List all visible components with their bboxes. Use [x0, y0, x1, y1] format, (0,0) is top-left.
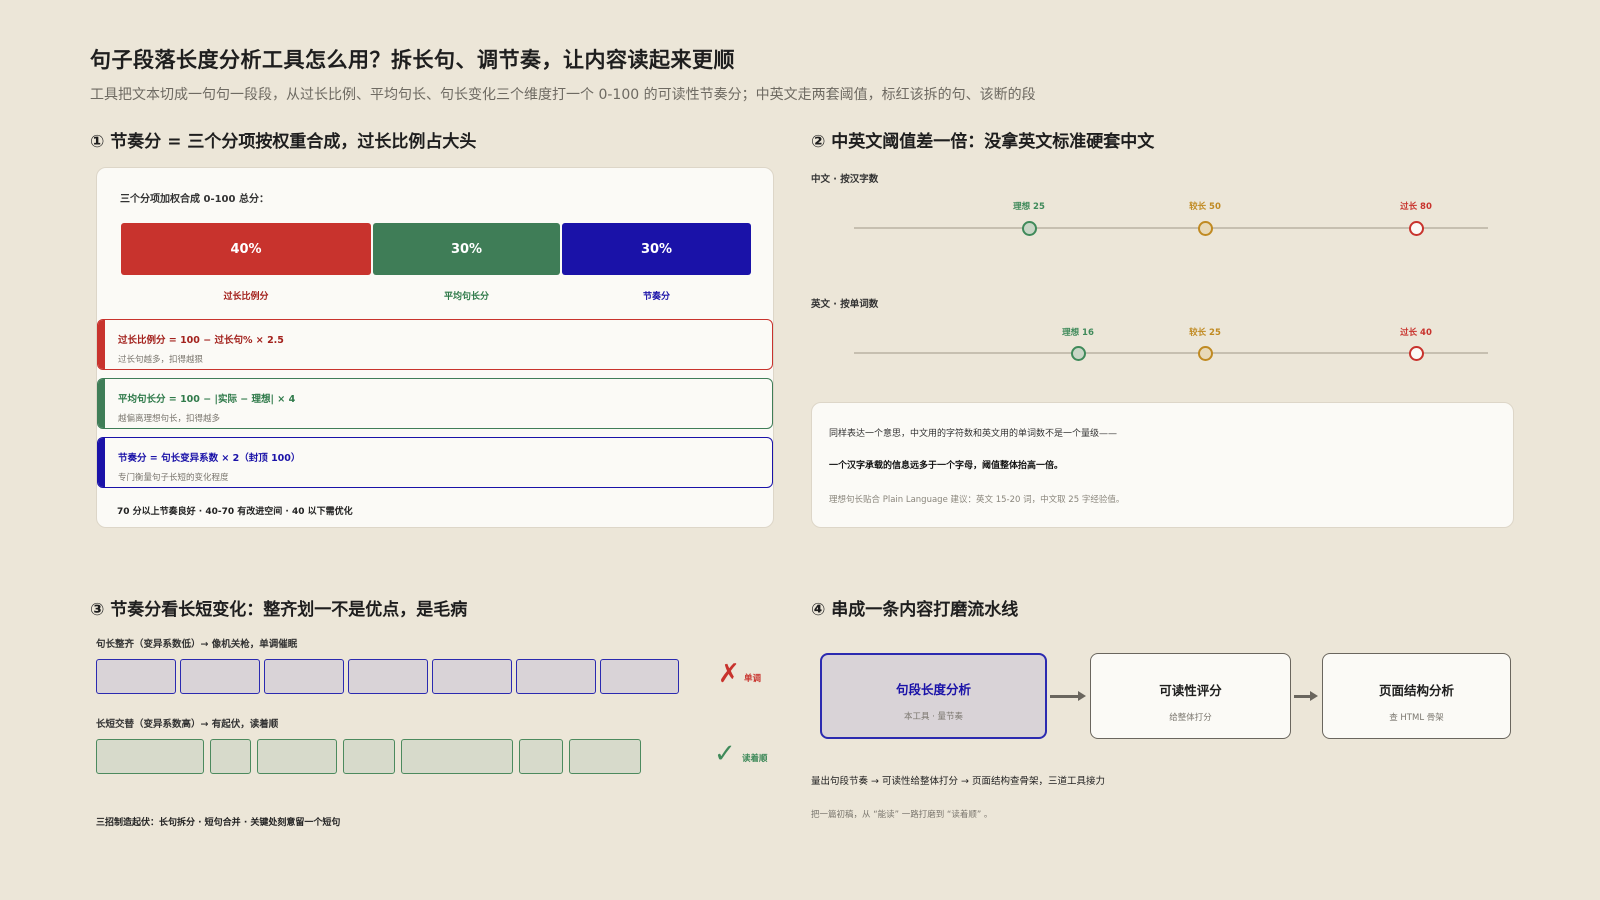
varied-sentence-block: [343, 739, 395, 774]
pipeline-note: 把一篇初稿，从 “能读” 一路打磨到 “读着顺” 。: [811, 810, 993, 820]
tick-en-long-dot: [1197, 345, 1213, 361]
pipeline-node-sub: 查 HTML 骨架: [1389, 713, 1444, 723]
formula-overlong: 过长比例分 = 100 − 过长句% × 2.5 过长句越多，扣得越狠: [97, 319, 773, 370]
check-icon: ✓: [714, 739, 736, 769]
segment-avg-length-pct: 30%: [450, 241, 483, 257]
pipeline-arrow: [1050, 695, 1078, 698]
pipeline-node-length-analysis: 句段长度分析 本工具 · 量节奏: [820, 653, 1047, 739]
tick-en-overlong-label: 过长 40: [1400, 328, 1432, 338]
rhythm-tips: 三招制造起伏：长句拆分 · 短句合并 · 关键处刻意留一个短句: [96, 818, 341, 828]
section4-heading: ④ 串成一条内容打磨流水线: [811, 600, 1019, 620]
formula-rhythm: 节奏分 = 句长变异系数 × 2（封顶 100） 专门衡量句子长短的变化程度: [97, 437, 773, 488]
varied-sentence-block: [210, 739, 251, 774]
threshold-row-en-label: 英文 · 按单词数: [811, 299, 879, 310]
section3-heading: ③ 节奏分看长短变化：整齐划一不是优点，是毛病: [90, 600, 468, 620]
uniform-sentence-block: [180, 659, 260, 694]
explain-line-3: 理想句长贴合 Plain Language 建议：英文 15-20 词，中文取 …: [829, 495, 1125, 505]
score-guide: 70 分以上节奏良好 · 40-70 有改进空间 · 40 以下需优化: [117, 507, 353, 517]
explain-line-2: 一个汉字承载的信息远多于一个字母，阈值整体抬高一倍。: [829, 461, 1064, 471]
tick-en-long-label: 较长 25: [1189, 328, 1221, 338]
pipeline-node-page-structure: 页面结构分析 查 HTML 骨架: [1322, 653, 1511, 739]
segment-avg-length: 30%: [373, 223, 560, 275]
weight-caption: 三个分项加权合成 0-100 总分：: [120, 194, 269, 205]
segment-rhythm-pct: 30%: [640, 241, 673, 257]
formula-avg-length-sub: 越偏离理想句长，扣得越多: [118, 414, 221, 424]
cross-icon: ✗: [718, 659, 740, 689]
section2-heading: ② 中英文阈值差一倍：没拿英文标准硬套中文: [811, 132, 1155, 152]
tick-en-ideal-label: 理想 16: [1062, 328, 1094, 338]
pipeline-node-title: 页面结构分析: [1378, 683, 1454, 698]
pipeline-node-title: 可读性评分: [1159, 683, 1222, 698]
formula-avg-length-main: 平均句长分 = 100 − |实际 − 理想| × 4: [118, 394, 296, 405]
formula-avg-length-stripe: [98, 379, 105, 428]
formula-rhythm-stripe: [98, 438, 105, 487]
formula-overlong-stripe: [98, 320, 105, 369]
section1-heading: ① 节奏分 = 三个分项按权重合成，过长比例占大头: [90, 132, 477, 152]
threshold-line-en: [854, 352, 1488, 354]
tick-zh-overlong-label: 过长 80: [1400, 202, 1432, 212]
uniform-sentence-block: [432, 659, 512, 694]
varied-sentence-block: [569, 739, 641, 774]
varied-sentence-block: [257, 739, 337, 774]
segment-rhythm: 30%: [562, 223, 751, 275]
page-title: 句子段落长度分析工具怎么用？拆长句、调节奏，让内容读起来更顺: [90, 48, 735, 72]
tick-zh-long-label: 较长 50: [1189, 202, 1221, 212]
tick-zh-ideal-dot: [1021, 220, 1037, 236]
formula-avg-length: 平均句长分 = 100 − |实际 − 理想| × 4 越偏离理想句长，扣得越多: [97, 378, 773, 429]
varied-verdict: 读着顺: [742, 754, 768, 764]
tick-en-ideal-dot: [1070, 345, 1086, 361]
segment-avg-length-label: 平均句长分: [443, 292, 489, 302]
formula-rhythm-main: 节奏分 = 句长变异系数 × 2（封顶 100）: [118, 453, 301, 464]
threshold-row-zh-label: 中文 · 按汉字数: [811, 174, 879, 185]
arrow-head-icon: [1310, 691, 1318, 701]
varied-sentence-block: [401, 739, 513, 774]
threshold-line-zh: [854, 227, 1488, 229]
segment-overlong: 40%: [121, 223, 371, 275]
segment-overlong-label: 过长比例分: [223, 292, 269, 302]
uniform-sentence-block: [516, 659, 596, 694]
tick-zh-long-dot: [1197, 220, 1213, 236]
tick-en-overlong-dot: [1408, 345, 1424, 361]
page-subtitle: 工具把文本切成一句句一段段，从过长比例、平均句长、句长变化三个维度打一个 0-1…: [90, 87, 1036, 103]
varied-sentence-block: [96, 739, 204, 774]
pipeline-node-sub: 本工具 · 量节奏: [903, 712, 964, 722]
uniform-caption: 句长整齐（变异系数低）→ 像机关枪，单调催眠: [96, 639, 298, 650]
uniform-sentence-block: [600, 659, 679, 694]
explain-line-1: 同样表达一个意思，中文用的字符数和英文用的单词数不是一个量级——: [829, 429, 1118, 439]
arrow-head-icon: [1078, 691, 1086, 701]
varied-caption: 长短交替（变异系数高）→ 有起伏，读着顺: [96, 719, 279, 730]
pipeline-arrow: [1294, 695, 1310, 698]
segment-overlong-pct: 40%: [230, 241, 262, 257]
pipeline-node-readability: 可读性评分 给整体打分: [1090, 653, 1291, 739]
uniform-verdict: 单调: [744, 674, 762, 684]
pipeline-summary: 量出句段节奏 → 可读性给整体打分 → 页面结构查骨架，三道工具接力: [811, 776, 1105, 787]
pipeline-node-title: 句段长度分析: [895, 682, 971, 697]
formula-overlong-main: 过长比例分 = 100 − 过长句% × 2.5: [118, 335, 284, 346]
uniform-sentence-block: [348, 659, 428, 694]
tick-zh-overlong-dot: [1408, 220, 1424, 236]
varied-sentence-block: [519, 739, 563, 774]
uniform-sentence-block: [264, 659, 344, 694]
pipeline-node-sub: 给整体打分: [1169, 713, 1212, 723]
segment-rhythm-label: 节奏分: [642, 292, 670, 302]
tick-zh-ideal-label: 理想 25: [1013, 202, 1045, 212]
formula-overlong-sub: 过长句越多，扣得越狠: [118, 355, 204, 365]
uniform-sentence-block: [96, 659, 176, 694]
formula-rhythm-sub: 专门衡量句子长短的变化程度: [118, 473, 229, 483]
